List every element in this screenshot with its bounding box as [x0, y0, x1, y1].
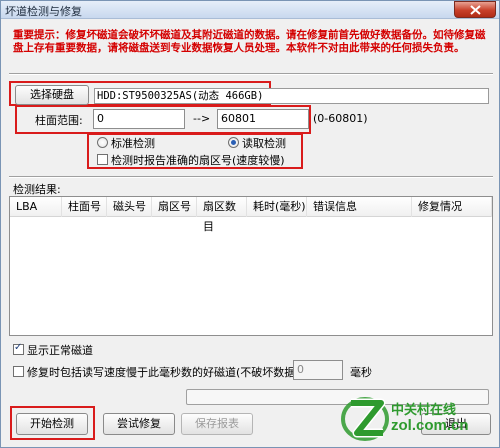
results-label: 检测结果:	[13, 183, 61, 196]
cylinder-end-input[interactable]: 60801	[217, 109, 309, 129]
slow-repair-label[interactable]: 修复时包括读写速度慢于此毫秒数的好磁道(不破坏数据):	[27, 364, 303, 380]
column-header[interactable]: LBA	[10, 197, 62, 217]
standard-detect-radio[interactable]	[97, 137, 108, 148]
title-bar[interactable]: 坏道检测与修复	[1, 1, 499, 19]
close-button[interactable]	[454, 1, 496, 18]
disk-info-field: HDD:ST9500325AS(动态 466GB)	[94, 88, 489, 104]
read-detect-label[interactable]: 读取检测	[242, 135, 286, 151]
column-header[interactable]: 错误信息	[307, 197, 412, 217]
try-repair-button[interactable]: 尝试修复	[103, 413, 175, 435]
divider	[9, 73, 493, 75]
standard-detect-label[interactable]: 标准检测	[111, 135, 155, 151]
column-header[interactable]: 耗时(毫秒)	[247, 197, 307, 217]
slow-repair-ms-input[interactable]: 0	[293, 360, 343, 380]
cylinder-range-hint: (0-60801)	[313, 112, 368, 125]
column-header[interactable]: 磁头号	[107, 197, 152, 217]
column-header[interactable]: 修复情况	[412, 197, 492, 217]
start-detect-button[interactable]: 开始检测	[16, 413, 88, 435]
watermark-brand: 中关村在线	[391, 403, 457, 418]
show-normal-label[interactable]: 显示正常磁道	[27, 342, 93, 358]
select-disk-button[interactable]: 选择硬盘	[15, 85, 89, 105]
results-table-header: LBA 柱面号 磁头号 扇区号 扇区数目 耗时(毫秒) 错误信息 修复情况	[10, 197, 492, 233]
cylinder-range-label: 柱面范围:	[35, 114, 83, 127]
window-title: 坏道检测与修复	[5, 5, 82, 18]
range-arrow: -->	[193, 112, 211, 125]
save-report-button[interactable]: 保存报表	[181, 413, 253, 435]
read-detect-radio[interactable]	[228, 137, 239, 148]
report-sector-checkbox[interactable]	[97, 154, 108, 165]
dialog-window: 坏道检测与修复 重要提示：修复坏磁道会破坏坏磁道及其附近磁道的数据。请在修复前首…	[0, 0, 500, 448]
close-icon	[470, 5, 481, 15]
cylinder-start-input[interactable]: 0	[93, 109, 185, 129]
zol-logo-icon	[341, 397, 389, 441]
zol-watermark: 中关村在线 zol.com.cn	[341, 387, 500, 447]
column-header[interactable]: 柱面号	[62, 197, 107, 217]
watermark-domain: zol.com.cn	[391, 417, 469, 434]
warning-text: 重要提示：修复坏磁道会破坏坏磁道及其附近磁道的数据。请在修复前首先做好数据备份。…	[13, 29, 486, 54]
divider	[9, 176, 493, 178]
show-normal-checkbox[interactable]	[13, 342, 24, 355]
report-sector-label[interactable]: 检测时报告准确的扇区号(速度较慢)	[111, 152, 285, 168]
results-table[interactable]: LBA 柱面号 磁头号 扇区号 扇区数目 耗时(毫秒) 错误信息 修复情况	[9, 196, 493, 336]
column-header[interactable]: 扇区数目	[197, 197, 247, 233]
ms-unit-label: 毫秒	[350, 366, 372, 379]
slow-repair-checkbox[interactable]	[13, 366, 24, 377]
column-header[interactable]: 扇区号	[152, 197, 197, 217]
